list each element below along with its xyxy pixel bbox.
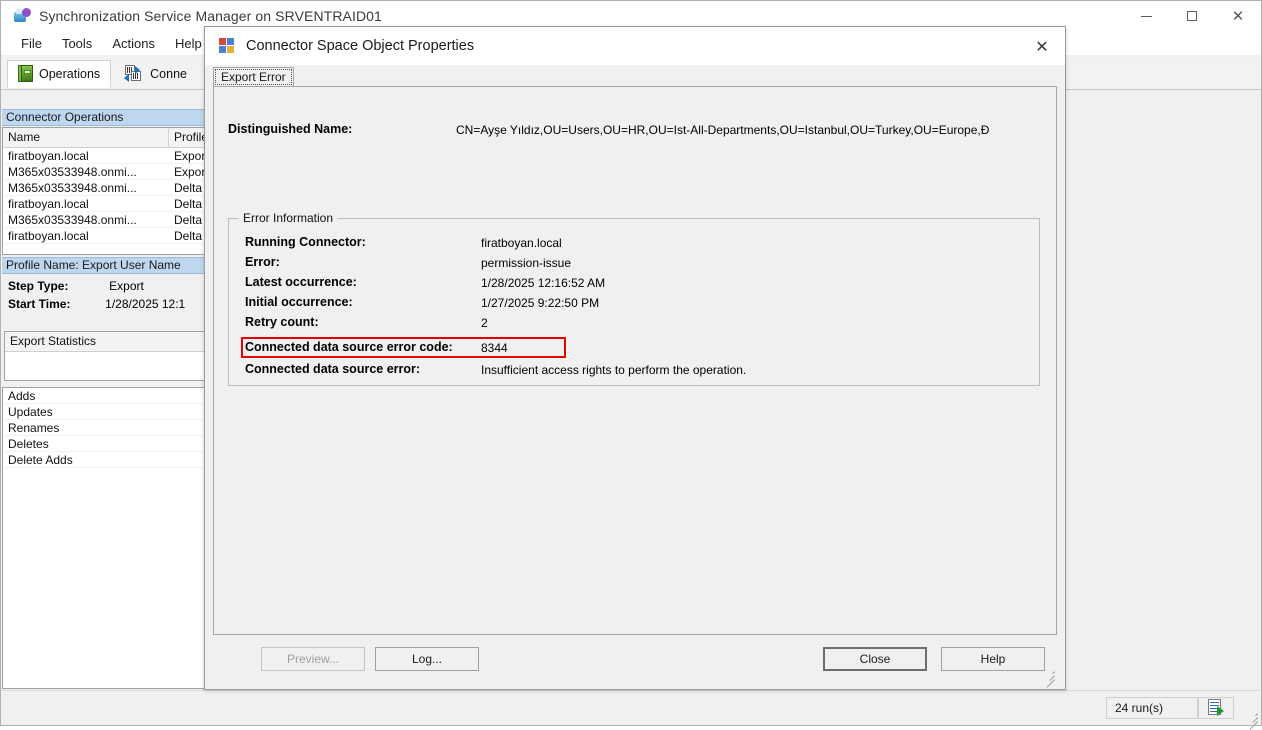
connectors-icon: [124, 65, 144, 82]
error-key: Running Connector:: [245, 235, 366, 249]
cell-name: firatboyan.local: [8, 149, 89, 163]
distinguished-name-label: Distinguished Name:: [228, 122, 353, 136]
tab-connectors-label: Conne: [150, 66, 187, 81]
column-header-name[interactable]: Name: [3, 128, 169, 147]
error-row-connected-data-source-error-code: Connected data source error code: 8344: [245, 340, 1029, 358]
close-button[interactable]: ✕: [1215, 1, 1261, 31]
preview-button[interactable]: Preview...: [261, 647, 365, 671]
start-time-label: Start Time:: [8, 297, 71, 311]
tab-export-error[interactable]: Export Error: [213, 67, 294, 87]
dialog-title-bar[interactable]: Connector Space Object Properties ✕: [205, 27, 1065, 65]
dialog-button-bar: Preview... Log... Close Help: [213, 639, 1057, 688]
sync-service-icon: [13, 7, 31, 25]
error-value: 1/28/2025 12:16:52 AM: [481, 276, 606, 290]
error-information-group: Error Information Running Connector: fir…: [228, 211, 1040, 386]
error-value: 2: [481, 316, 488, 330]
properties-window-icon: [219, 37, 236, 55]
minimize-button[interactable]: [1123, 1, 1169, 31]
error-key: Error:: [245, 255, 280, 269]
dialog-close-button[interactable]: Close: [823, 647, 927, 671]
window-controls: ✕: [1123, 1, 1261, 31]
resize-grip[interactable]: [1244, 708, 1258, 730]
cell-name: M365x03533948.onmi...: [8, 165, 137, 179]
error-value: firatboyan.local: [481, 236, 562, 250]
window-title: Synchronization Service Manager on SRVEN…: [39, 8, 382, 24]
status-bar: 24 run(s): [2, 690, 1260, 724]
operations-book-icon: [18, 65, 33, 82]
dialog-resize-grip[interactable]: [1041, 666, 1055, 688]
error-row-initial-occurrence: Initial occurrence: 1/27/2025 9:22:50 PM: [245, 295, 1029, 313]
error-value: 1/27/2025 9:22:50 PM: [481, 296, 600, 310]
dialog-tabstrip: Export Error: [213, 65, 1057, 87]
error-row-retry-count: Retry count: 2: [245, 315, 1029, 333]
error-row-running-connector: Running Connector: firatboyan.local: [245, 235, 1029, 253]
help-button[interactable]: Help: [941, 647, 1045, 671]
export-error-tab-page: Distinguished Name: CN=Ayşe Yıldız,OU=Us…: [213, 86, 1057, 635]
tab-connectors[interactable]: Conne: [113, 60, 198, 88]
error-row-connected-data-source-error: Connected data source error: Insufficien…: [245, 362, 1029, 380]
menu-item-tools[interactable]: Tools: [52, 33, 102, 54]
error-key: Connected data source error code:: [245, 340, 453, 354]
start-time-value: 1/28/2025 12:1: [105, 297, 186, 311]
error-key: Retry count:: [245, 315, 319, 329]
close-icon[interactable]: ✕: [1019, 27, 1065, 65]
dialog-title: Connector Space Object Properties: [246, 38, 475, 54]
step-type-label: Step Type:: [8, 279, 69, 293]
cell-name: firatboyan.local: [8, 229, 89, 243]
tab-operations-label: Operations: [39, 66, 101, 81]
cell-name: firatboyan.local: [8, 197, 89, 211]
error-key: Latest occurrence:: [245, 275, 357, 289]
error-value: Insufficient access rights to perform th…: [481, 363, 747, 377]
error-value: permission-issue: [481, 256, 572, 270]
menu-item-file[interactable]: File: [11, 33, 52, 54]
error-information-group-title: Error Information: [239, 211, 338, 225]
menu-item-actions[interactable]: Actions: [102, 33, 165, 54]
error-row-latest-occurrence: Latest occurrence: 1/28/2025 12:16:52 AM: [245, 275, 1029, 293]
log-button[interactable]: Log...: [375, 647, 479, 671]
status-run-count: 24 run(s): [1106, 696, 1198, 719]
distinguished-name-value: CN=Ayşe Yıldız,OU=Users,OU=HR,OU=Ist-All…: [456, 123, 990, 137]
step-type-value: Export: [109, 279, 144, 293]
error-key: Initial occurrence:: [245, 295, 353, 309]
tab-operations[interactable]: Operations: [7, 59, 112, 88]
status-run-icon-cell[interactable]: [1198, 696, 1234, 719]
connector-space-object-properties-dialog: Connector Space Object Properties ✕ Expo…: [204, 26, 1066, 690]
cell-name: M365x03533948.onmi...: [8, 181, 137, 195]
cell-name: M365x03533948.onmi...: [8, 213, 137, 227]
error-row-error: Error: permission-issue: [245, 255, 1029, 273]
error-key: Connected data source error:: [245, 362, 421, 376]
maximize-button[interactable]: [1169, 1, 1215, 31]
run-profile-icon: [1207, 698, 1225, 717]
error-value: 8344: [481, 341, 508, 355]
